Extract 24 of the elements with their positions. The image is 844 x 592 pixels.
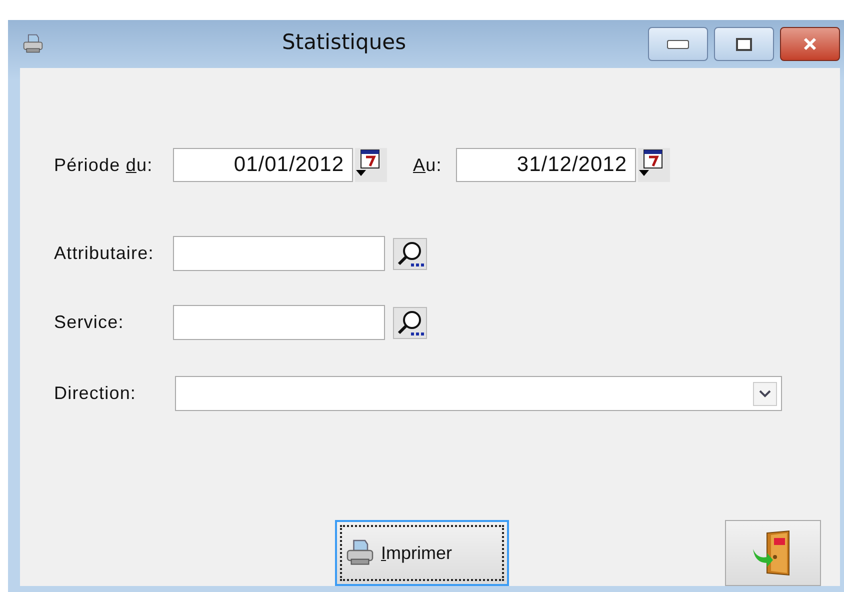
print-button[interactable]: Imprimer [335,520,509,586]
exit-button[interactable] [725,520,821,586]
calendar-button[interactable] [355,148,387,182]
minimize-button[interactable] [648,27,708,61]
field-label: Période du: [54,154,154,176]
window-title: Statistiques [282,30,406,54]
date-field[interactable]: 31/12/2012 [456,148,636,182]
calendar-button[interactable] [638,148,670,182]
search-button[interactable] [393,306,427,338]
field-label: Service: [54,312,125,333]
maximize-button[interactable] [714,27,774,61]
close-button[interactable] [780,27,840,61]
field-label: Direction: [54,383,138,404]
close-icon [802,37,818,51]
field-label: Au: [413,154,443,176]
input-field[interactable] [173,305,385,340]
dropdown-field[interactable] [175,376,782,411]
chevron-down-icon [759,390,771,398]
date-field[interactable]: 01/01/2012 [173,148,353,182]
input-field[interactable] [173,236,385,271]
printer-icon [22,33,44,55]
printer-icon [345,538,375,568]
search-button[interactable] [393,238,427,270]
field-label: Attributaire: [54,243,155,264]
